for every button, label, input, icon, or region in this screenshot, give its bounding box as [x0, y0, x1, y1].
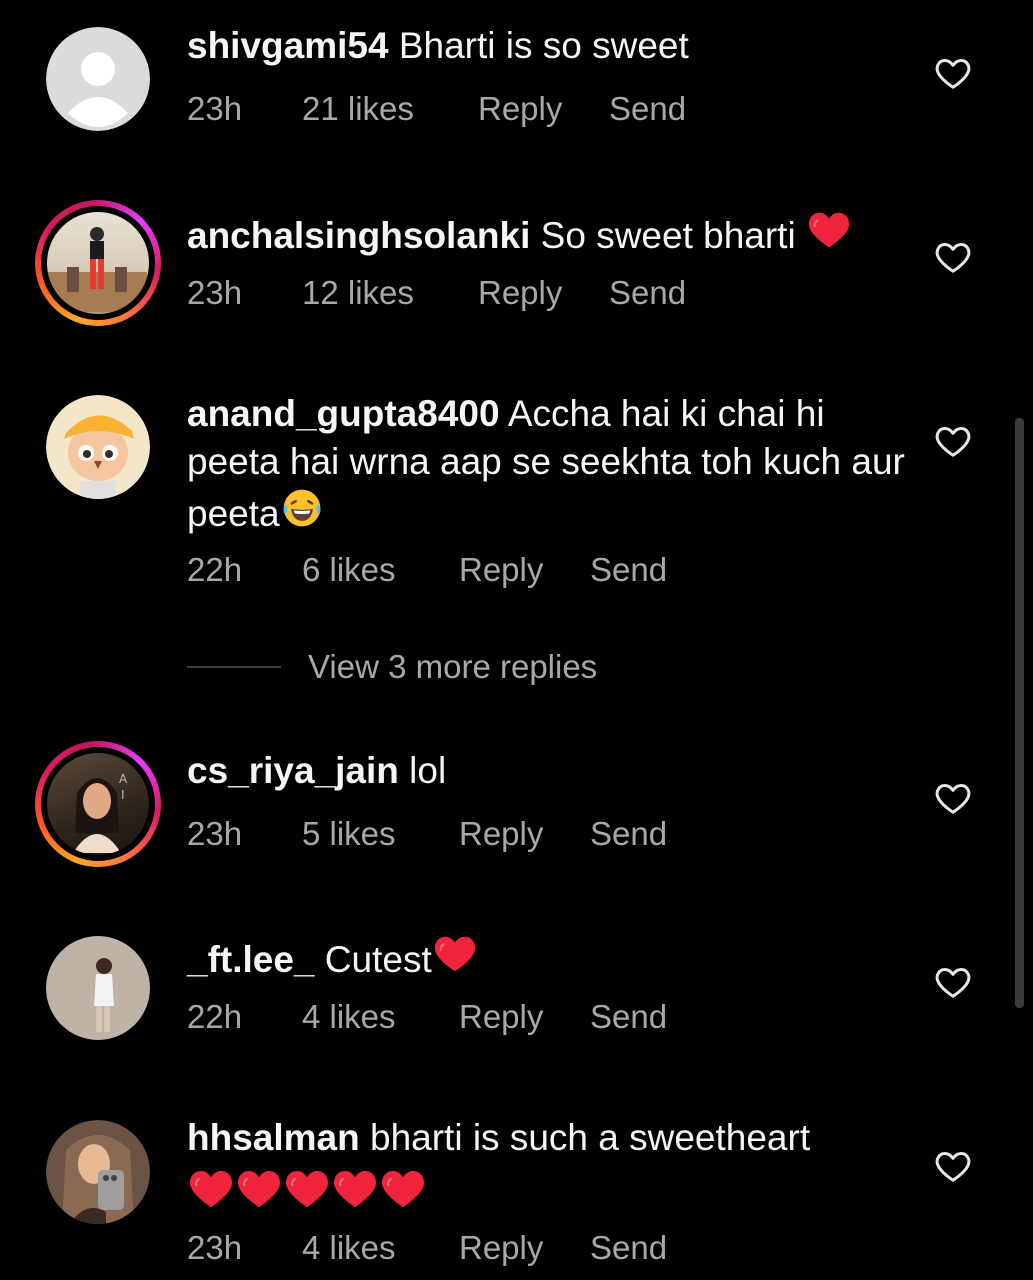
- comment-time: 23h: [187, 274, 243, 311]
- comment-meta: 22h 4 likes Reply Send: [187, 998, 667, 1036]
- avatar[interactable]: [46, 1120, 150, 1224]
- reply-button[interactable]: Reply: [459, 1229, 590, 1267]
- reply-button[interactable]: Reply: [459, 998, 590, 1036]
- avatar[interactable]: [46, 936, 150, 1040]
- send-button[interactable]: Send: [609, 274, 686, 312]
- comment-username[interactable]: anand_gupta8400: [187, 393, 500, 434]
- reply-button[interactable]: Reply: [459, 815, 590, 853]
- like-heart-icon[interactable]: [933, 962, 973, 1002]
- comment-meta: 22h 6 likes Reply Send: [187, 551, 667, 589]
- comment-time: 23h: [187, 90, 243, 127]
- comment-username[interactable]: cs_riya_jain: [187, 750, 399, 791]
- send-button[interactable]: Send: [590, 551, 667, 589]
- view-more-replies[interactable]: View 3 more replies: [187, 648, 597, 686]
- comment-username[interactable]: hhsalman: [187, 1117, 360, 1158]
- comment-likes[interactable]: 21 likes: [302, 90, 478, 128]
- like-heart-icon[interactable]: [933, 1146, 973, 1186]
- comment-likes[interactable]: 12 likes: [302, 274, 478, 312]
- cartoon-avatar-icon: [46, 395, 150, 499]
- send-button[interactable]: Send: [590, 998, 667, 1036]
- comment-body: lol: [409, 750, 447, 791]
- like-heart-icon[interactable]: [933, 237, 973, 277]
- red-heart-emoji: [432, 930, 478, 976]
- svg-text:A: A: [119, 772, 128, 786]
- red-heart-emoji: [283, 1164, 331, 1212]
- red-heart-emoji: [235, 1164, 283, 1212]
- send-button[interactable]: Send: [590, 815, 667, 853]
- red-heart-emoji: [187, 1164, 235, 1212]
- comment-likes[interactable]: 6 likes: [302, 551, 459, 589]
- like-heart-icon[interactable]: [933, 421, 973, 461]
- comment-body: bharti is such a sweetheart: [370, 1117, 811, 1158]
- like-heart-icon[interactable]: [933, 778, 973, 818]
- comment-text: _ft.lee_ Cutest: [187, 930, 907, 984]
- person-photo-icon: A I: [73, 772, 128, 853]
- comment-username[interactable]: _ft.lee_: [187, 939, 315, 980]
- comment-username[interactable]: anchalsinghsolanki: [187, 215, 530, 256]
- tears-of-joy-emoji: [280, 486, 324, 530]
- person-photo-icon: [47, 227, 147, 312]
- comment-text: anand_gupta8400 Accha hai ki chai hi pee…: [187, 390, 907, 538]
- red-heart-emoji: [379, 1164, 427, 1212]
- comment-likes[interactable]: 4 likes: [302, 998, 459, 1036]
- reply-button[interactable]: Reply: [478, 90, 609, 128]
- comment-likes[interactable]: 5 likes: [302, 815, 459, 853]
- comment-meta: 23h 21 likes Reply Send: [187, 90, 686, 128]
- view-more-replies-label[interactable]: View 3 more replies: [308, 648, 597, 686]
- like-heart-icon[interactable]: [933, 53, 973, 93]
- comment-text: anchalsinghsolanki So sweet bharti: [187, 206, 907, 260]
- reply-button[interactable]: Reply: [459, 551, 590, 589]
- default-avatar-icon: [46, 27, 150, 131]
- avatar[interactable]: [35, 200, 161, 326]
- red-hearts-emoji-group: [187, 1164, 427, 1220]
- reply-button[interactable]: Reply: [478, 274, 609, 312]
- avatar[interactable]: A I: [35, 741, 161, 867]
- comment-text: hhsalman bharti is such a sweetheart: [187, 1114, 907, 1220]
- comment-username[interactable]: shivgami54: [187, 25, 389, 66]
- comment-body: Cutest: [324, 939, 432, 980]
- comment-time: 23h: [187, 1229, 243, 1266]
- person-photo-icon: [46, 1120, 150, 1224]
- comment-time: 22h: [187, 551, 243, 588]
- red-heart-emoji: [331, 1164, 379, 1212]
- send-button[interactable]: Send: [609, 90, 686, 128]
- red-heart-emoji: [806, 206, 852, 252]
- divider-line: [187, 666, 281, 668]
- scrollbar[interactable]: [1015, 418, 1024, 1008]
- comment-text: shivgami54 Bharti is so sweet: [187, 22, 907, 70]
- send-button[interactable]: Send: [590, 1229, 667, 1267]
- person-photo-icon: [46, 936, 150, 1040]
- comment-time: 22h: [187, 998, 243, 1035]
- comment-likes[interactable]: 4 likes: [302, 1229, 459, 1267]
- comment-body: Bharti is so sweet: [398, 25, 689, 66]
- comment-time: 23h: [187, 815, 243, 852]
- avatar[interactable]: [46, 27, 150, 131]
- svg-text:I: I: [121, 788, 125, 802]
- comment-text: cs_riya_jain lol: [187, 747, 907, 795]
- comment-meta: 23h 5 likes Reply Send: [187, 815, 667, 853]
- comment-meta: 23h 12 likes Reply Send: [187, 274, 686, 312]
- avatar[interactable]: [46, 395, 150, 499]
- comment-body: So sweet bharti: [540, 215, 796, 256]
- comment-meta: 23h 4 likes Reply Send: [187, 1229, 667, 1267]
